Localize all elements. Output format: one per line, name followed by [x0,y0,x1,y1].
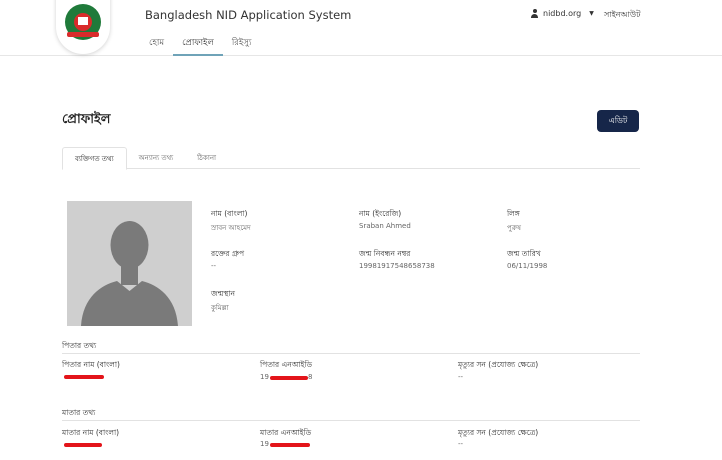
logout-link[interactable]: সাইনআউট [604,9,640,22]
name-en-label: নাম (ইংরেজি) [359,209,402,218]
page-title: প্রোফাইল [62,112,111,127]
father-death-label: মৃত্যুর সন (প্রযোজ্য ক্ষেত্রে) [458,360,539,369]
dob-label: জন্ম তারিখ [507,249,541,258]
chevron-down-icon: ▼ [589,10,594,17]
father-nid-suffix: 8 [308,373,313,381]
user-menu[interactable]: nidbd.org ▼ [530,9,594,18]
nav-reissue[interactable]: রিইস্যু [223,36,261,56]
profile-tabs: ব্যক্তিগত তথ্য অন্যান্য তথ্য ঠিকানা [62,147,640,170]
nav-profile[interactable]: প্রোফাইল [173,36,223,56]
tab-personal-info[interactable]: ব্যক্তিগত তথ্য [62,147,127,170]
tab-address[interactable]: ঠিকানা [185,147,228,169]
blood-group-label: রক্তের গ্রুপ [211,249,245,258]
name-en-value: Sraban Ahmed [359,222,411,230]
father-nid-prefix: 19 [260,373,269,381]
father-nid-label: পিতার এনআইডি [260,360,313,369]
username: nidbd.org [543,9,582,18]
person-silhouette-icon [67,201,192,326]
dob-value: 06/11/1998 [507,262,548,270]
mother-nid-label: মাতার এনআইডি [260,428,312,437]
redaction-mark [64,375,104,379]
redaction-mark [270,376,308,380]
user-icon [530,9,539,18]
redaction-mark [64,443,102,447]
top-header: Bangladesh NID Application System হোম প্… [0,0,722,56]
blood-group-value: -- [211,262,217,270]
birth-reg-label: জন্ম নিবন্ধন নম্বর [359,249,411,258]
emblem-icon [65,4,101,40]
nid-logo[interactable] [56,0,110,54]
name-bn-value: স্রাবন আহমেদ [211,224,251,232]
profile-photo-placeholder [67,201,192,326]
mother-name-label: মাতার নাম (বাংলা) [62,428,120,437]
father-death-value: -- [458,373,464,381]
father-divider [62,353,640,354]
father-name-label: পিতার নাম (বাংলা) [62,360,120,369]
birthplace-value: কুমিল্লা [211,304,229,312]
birthplace-label: জন্মস্থান [211,289,236,298]
birth-reg-value: 19981917548658738 [359,262,435,270]
app-title: Bangladesh NID Application System [145,8,352,22]
nav-home[interactable]: হোম [140,36,173,56]
tab-other-info[interactable]: অন্যান্য তথ্য [127,147,186,169]
mother-death-value: -- [458,440,464,448]
redaction-mark [270,443,310,447]
mother-divider [62,420,640,421]
main-nav: হোম প্রোফাইল রিইস্যু [140,36,260,56]
gender-label: লিঙ্গ [507,209,520,218]
gender-value: পুরুষ [507,224,521,232]
mother-death-label: মৃত্যুর সন (প্রযোজ্য ক্ষেত্রে) [458,428,539,437]
father-section-title: পিতার তথ্য [62,341,97,350]
edit-button[interactable]: এডিট [597,110,639,132]
mother-nid-prefix: 19 [260,440,269,448]
mother-section-title: মাতার তথ্য [62,408,96,417]
name-bn-label: নাম (বাংলা) [211,209,248,218]
